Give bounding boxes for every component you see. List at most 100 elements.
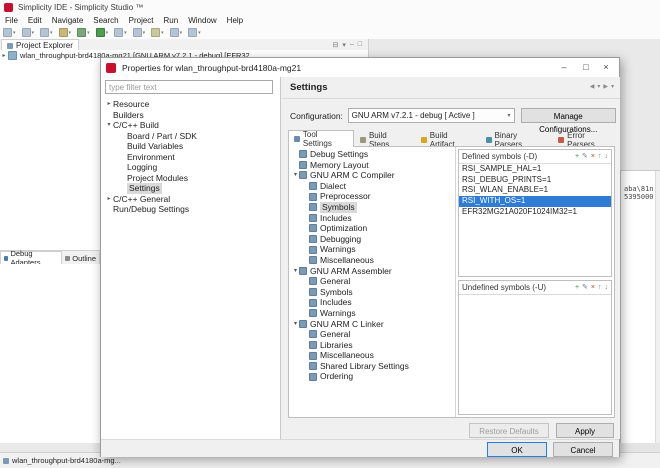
tool-settings-item[interactable]: ▾ GNU ARM Assembler	[289, 266, 455, 277]
maximize-icon[interactable]: □	[575, 58, 597, 77]
tree-arrow-icon[interactable]: ▾	[292, 319, 299, 330]
tool-settings-item[interactable]: Debugging	[289, 234, 455, 245]
back-button[interactable]: ▾	[170, 28, 183, 37]
tree-arrow-icon[interactable]: ▸	[105, 99, 113, 110]
properties-nav-item[interactable]: Board / Part / SDK	[101, 131, 279, 142]
apply-button[interactable]: Apply	[556, 423, 614, 438]
symbol-row[interactable]: RSI_WLAN_ENABLE=1	[459, 185, 611, 196]
dropdown-caret-icon[interactable]: ▾	[50, 30, 53, 36]
menu-item[interactable]: Run	[159, 16, 184, 25]
build-icon[interactable]	[59, 28, 68, 37]
tab-outline[interactable]: Outline	[62, 252, 100, 264]
tool-settings-item[interactable]: Symbols	[289, 287, 455, 298]
search-icon[interactable]	[151, 28, 160, 37]
menu-item[interactable]: Project	[124, 16, 159, 25]
settings-tab[interactable]: Build Artifact	[415, 132, 480, 147]
minimize-icon[interactable]: –	[553, 58, 575, 77]
tool-settings-item[interactable]: Includes	[289, 213, 455, 224]
delete-symbol-icon[interactable]: ×	[591, 284, 595, 292]
new-icon[interactable]	[3, 28, 12, 37]
restore-defaults-button[interactable]: Restore Defaults	[469, 423, 549, 438]
tree-arrow-icon[interactable]: ▾	[292, 170, 299, 181]
tool-settings-item[interactable]: Warnings	[289, 308, 455, 319]
properties-nav-item[interactable]: Build Variables	[101, 141, 279, 152]
dropdown-caret-icon[interactable]: ▾	[124, 30, 127, 36]
configuration-select[interactable]: GNU ARM v7.2.1 - debug [ Active ] ▾	[348, 108, 515, 123]
symbol-row[interactable]: RSI_DEBUG_PRINTS=1	[459, 175, 611, 186]
tool-settings-item[interactable]: Preprocessor	[289, 191, 455, 202]
save-all-button[interactable]: ▾	[40, 28, 53, 37]
menu-item[interactable]: Navigate	[47, 16, 89, 25]
ok-button[interactable]: OK	[487, 442, 547, 457]
debug-button[interactable]: ▾	[77, 28, 90, 37]
profile-button[interactable]: ▾	[114, 28, 127, 37]
forward-icon[interactable]: ▶	[603, 83, 608, 90]
properties-nav-item[interactable]: Run/Debug Settings	[101, 204, 279, 215]
tool-settings-item[interactable]: Miscellaneous	[289, 350, 455, 361]
forward-caret-icon[interactable]: ▾	[611, 83, 614, 90]
dropdown-caret-icon[interactable]: ▾	[198, 30, 201, 36]
symbol-row[interactable]: EFR32MG21A020F1024IM32=1	[459, 207, 611, 218]
properties-nav-item[interactable]: Project Modules	[101, 173, 279, 184]
menu-item[interactable]: Search	[88, 16, 123, 25]
properties-nav-item[interactable]: Settings	[101, 183, 279, 194]
minimize-view-icon[interactable]: –	[350, 41, 354, 49]
properties-nav-item[interactable]: ▾ C/C++ Build	[101, 120, 279, 131]
filter-input[interactable]	[105, 80, 273, 94]
tool-settings-item[interactable]: Symbols	[289, 202, 455, 213]
settings-tab[interactable]: Build Steps	[354, 132, 415, 147]
delete-symbol-icon[interactable]: ×	[591, 153, 595, 161]
properties-nav-item[interactable]: Environment	[101, 152, 279, 163]
move-up-icon[interactable]: ↑	[598, 284, 602, 292]
move-down-icon[interactable]: ↓	[605, 153, 609, 161]
view-menu-icon[interactable]: ▾	[342, 41, 346, 49]
tool-settings-item[interactable]: Includes	[289, 297, 455, 308]
dropdown-caret-icon[interactable]: ▾	[69, 30, 72, 36]
maximize-view-icon[interactable]: □	[358, 41, 362, 49]
save-all-icon[interactable]	[40, 28, 49, 37]
tool-settings-item[interactable]: Memory Layout	[289, 160, 455, 171]
symbol-row[interactable]: RSI_SAMPLE_HAL=1	[459, 164, 611, 175]
add-symbol-icon[interactable]: +	[575, 284, 579, 292]
properties-nav-item[interactable]: ▸ Resource	[101, 99, 279, 110]
back-icon[interactable]: ◀	[590, 83, 595, 90]
tool-settings-item[interactable]: Ordering	[289, 371, 455, 382]
dropdown-caret-icon[interactable]: ▾	[161, 30, 164, 36]
menu-item[interactable]: Edit	[23, 16, 47, 25]
dropdown-caret-icon[interactable]: ▾	[87, 30, 90, 36]
tool-settings-item[interactable]: Shared Library Settings	[289, 361, 455, 372]
add-symbol-icon[interactable]: +	[575, 153, 579, 161]
menu-item[interactable]: Help	[222, 16, 248, 25]
dropdown-caret-icon[interactable]: ▾	[106, 30, 109, 36]
tool-settings-item[interactable]: Optimization	[289, 223, 455, 234]
properties-nav-item[interactable]: Logging	[101, 162, 279, 173]
back-icon[interactable]	[170, 28, 179, 37]
build-button[interactable]: ▾	[59, 28, 72, 37]
edit-symbol-icon[interactable]: ✎	[582, 153, 588, 161]
dropdown-caret-icon[interactable]: ▾	[180, 30, 183, 36]
settings-tab[interactable]: Tool Settings	[288, 130, 354, 147]
cancel-button[interactable]: Cancel	[553, 442, 613, 457]
dropdown-caret-icon[interactable]: ▾	[143, 30, 146, 36]
save-icon[interactable]	[22, 28, 31, 37]
move-up-icon[interactable]: ↑	[598, 153, 602, 161]
tool-settings-item[interactable]: General	[289, 276, 455, 287]
menu-item[interactable]: Window	[183, 16, 221, 25]
external-tools-icon[interactable]	[133, 28, 142, 37]
tree-arrow-icon[interactable]: ▾	[105, 120, 113, 131]
tab-debug-adapters[interactable]: Debug Adapters	[0, 251, 62, 264]
tree-arrow-icon[interactable]: ▸	[105, 194, 113, 205]
edit-symbol-icon[interactable]: ✎	[582, 284, 588, 292]
tool-settings-item[interactable]: ▾ GNU ARM C Compiler	[289, 170, 455, 181]
dialog-titlebar[interactable]: Properties for wlan_throughput-brd4180a-…	[101, 58, 619, 77]
properties-nav-item[interactable]: Builders	[101, 110, 279, 121]
dropdown-caret-icon[interactable]: ▾	[32, 30, 35, 36]
tool-settings-item[interactable]: General	[289, 329, 455, 340]
scrollbar[interactable]	[655, 171, 660, 443]
forward-icon[interactable]	[188, 28, 197, 37]
dropdown-caret-icon[interactable]: ▾	[13, 30, 16, 36]
tool-settings-item[interactable]: Dialect	[289, 181, 455, 192]
tool-settings-item[interactable]: Libraries	[289, 340, 455, 351]
symbol-row[interactable]: RSI_WITH_OS=1	[459, 196, 611, 207]
search-button[interactable]: ▾	[151, 28, 164, 37]
